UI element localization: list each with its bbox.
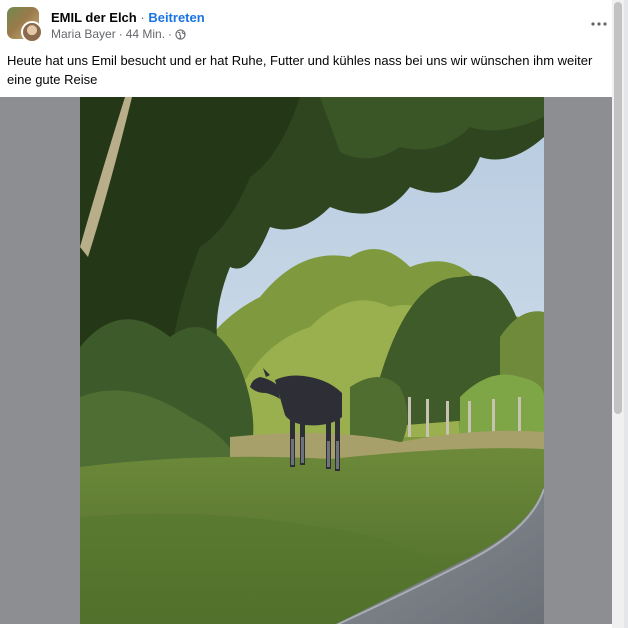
- globe-icon: [175, 28, 186, 40]
- post-title-line: EMIL der Elch · Beitreten: [51, 10, 205, 25]
- post-meta-line: Maria Bayer · 44 Min. ·: [51, 27, 186, 41]
- post-photo[interactable]: [80, 97, 544, 628]
- window-edge: [624, 0, 628, 628]
- post-photo-container[interactable]: [0, 97, 612, 628]
- avatar[interactable]: [7, 7, 43, 43]
- more-options-icon: [591, 22, 607, 26]
- bottom-strip: [0, 624, 612, 628]
- author-name-link[interactable]: Maria Bayer: [51, 27, 116, 41]
- vertical-scrollbar[interactable]: [612, 0, 624, 628]
- more-options-button[interactable]: [584, 10, 614, 38]
- meta-separator: ·: [118, 27, 123, 41]
- user-avatar-icon[interactable]: [21, 21, 43, 43]
- scrollbar-thumb[interactable]: [614, 2, 622, 414]
- meta-separator: ·: [168, 27, 173, 41]
- post-caption: Heute hat uns Emil besucht und er hat Ru…: [7, 53, 593, 87]
- title-separator: ·: [140, 10, 145, 25]
- group-name-link[interactable]: EMIL der Elch: [51, 10, 137, 25]
- post-header: EMIL der Elch · Beitreten Maria Bayer · …: [0, 0, 612, 97]
- post-time-link[interactable]: 44 Min.: [126, 27, 165, 41]
- join-group-button[interactable]: Beitreten: [148, 10, 204, 25]
